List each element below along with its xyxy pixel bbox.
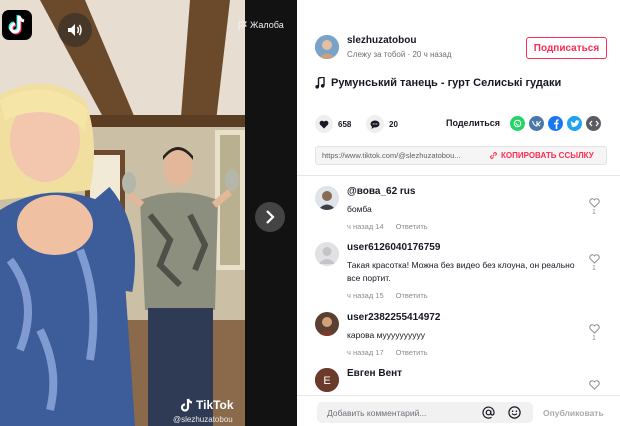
comment-username[interactable]: user2382255414972 — [347, 312, 440, 323]
share-link-text[interactable]: https://www.tiktok.com/@slezhuzatobou... — [316, 151, 481, 160]
divider — [297, 175, 620, 176]
video-frame — [0, 0, 297, 426]
comment-like-button[interactable]: 1 — [587, 198, 601, 216]
report-button[interactable]: Жалоба — [238, 20, 284, 30]
comment-text: бомба — [347, 204, 372, 214]
comment-like-button[interactable]: 1 — [587, 254, 601, 272]
heart-outline-icon — [588, 324, 600, 334]
comment-item: @вова_62 rus бомба ч назад 14 Ответить 1 — [315, 186, 610, 234]
reply-button[interactable]: Ответить — [396, 348, 428, 357]
heart-outline-icon — [588, 380, 600, 390]
copy-link-button[interactable]: КОПИРОВАТЬ ССЫЛКУ — [481, 151, 594, 160]
flag-icon — [238, 20, 247, 30]
comment-like-button[interactable]: 1 — [587, 324, 601, 342]
volume-icon — [68, 24, 82, 36]
author-name[interactable]: slezhuzatobou — [347, 35, 416, 46]
music-link[interactable]: Румунський танець - гурт Селиські гудаки — [315, 77, 561, 89]
comment-text: Такая красотка! Можна без видео без клоу… — [347, 260, 575, 283]
comment-count: 20 — [389, 119, 398, 129]
comment-username[interactable]: @вова_62 rus — [347, 186, 415, 197]
tiktok-note-icon — [180, 398, 193, 412]
facebook-icon[interactable] — [548, 116, 563, 131]
comment-avatar[interactable] — [315, 186, 339, 210]
reply-button[interactable]: Ответить — [396, 222, 428, 231]
comment-text: карова муууууууууу — [347, 330, 426, 340]
comment-meta: ч назад 17 Ответить — [347, 348, 428, 357]
tiktok-logo-icon[interactable] — [2, 10, 32, 40]
like-button[interactable] — [315, 115, 333, 133]
comment-bubble-icon — [370, 120, 380, 129]
next-video-button[interactable] — [255, 202, 285, 232]
link-icon — [490, 152, 497, 159]
twitter-icon[interactable] — [567, 116, 582, 131]
comment-like-count: 1 — [592, 265, 596, 272]
share-icons — [510, 116, 601, 131]
music-title: Румунський танець - гурт Селиські гудаки — [331, 77, 562, 89]
comment-meta: ч назад 14 Ответить — [347, 222, 428, 231]
comment-like-count: 1 — [592, 209, 596, 216]
comment-item: user6126040176759 Такая красотка! Можна … — [315, 242, 610, 304]
heart-icon — [319, 120, 329, 128]
comment-time: ч назад 17 — [347, 348, 384, 357]
share-label: Поделиться — [446, 118, 501, 128]
emoji-smile-icon — [508, 406, 521, 419]
post-panel: slezhuzatobou Слежу за тобой · 20 ч наза… — [297, 0, 620, 426]
comment-avatar[interactable] — [315, 312, 339, 336]
comment-like-count: 1 — [592, 335, 596, 342]
reply-button[interactable]: Ответить — [396, 291, 428, 300]
whatsapp-icon[interactable] — [510, 116, 525, 131]
heart-outline-icon — [588, 254, 600, 264]
comment-item: user2382255414972 карова муууууууууу ч н… — [315, 312, 610, 360]
video-player[interactable]: Жалоба TikTok @slezhuzatobou — [0, 0, 297, 426]
chevron-right-icon — [266, 210, 275, 224]
comment-button[interactable] — [366, 115, 384, 133]
comment-username[interactable]: user6126040176759 — [347, 242, 440, 253]
vk-icon[interactable] — [529, 116, 544, 131]
emoji-button[interactable] — [507, 405, 522, 420]
comment-composer: Опубликовать — [297, 395, 620, 426]
comment-like-button[interactable] — [587, 380, 601, 390]
comment-time: ч назад 15 — [347, 291, 384, 300]
comment-avatar[interactable]: Е — [315, 368, 339, 392]
volume-button[interactable] — [58, 13, 92, 47]
comment-input[interactable] — [317, 403, 467, 422]
comment-stat: 20 — [366, 115, 398, 133]
comment-avatar[interactable] — [315, 242, 339, 266]
music-note-icon — [315, 77, 325, 89]
mention-button[interactable] — [481, 405, 496, 420]
watermark-username: @slezhuzatobou — [173, 415, 233, 424]
comment-input-box — [317, 402, 533, 423]
tiktok-watermark: TikTok — [180, 398, 234, 412]
svg-text:Е: Е — [323, 375, 330, 387]
comment-time: ч назад 14 — [347, 222, 384, 231]
like-count: 658 — [338, 119, 352, 129]
follow-button[interactable]: Подписаться — [526, 37, 607, 59]
embed-icon[interactable] — [586, 116, 601, 131]
like-stat: 658 — [315, 115, 351, 133]
comment-item: Е Евген Вент — [315, 368, 610, 395]
publish-button[interactable]: Опубликовать — [543, 408, 604, 418]
watermark-brand: TikTok — [196, 398, 234, 412]
report-label: Жалоба — [250, 20, 284, 30]
copy-link-label: КОПИРОВАТЬ ССЫЛКУ — [501, 151, 594, 160]
heart-outline-icon — [588, 198, 600, 208]
comment-username[interactable]: Евген Вент — [347, 368, 402, 379]
share-link-box: https://www.tiktok.com/@slezhuzatobou...… — [315, 146, 607, 165]
at-sign-icon — [482, 406, 495, 419]
author-subtitle: Слежу за тобой · 20 ч назад — [347, 50, 452, 59]
author-avatar[interactable] — [315, 35, 339, 59]
comment-meta: ч назад 15 Ответить — [347, 291, 428, 300]
